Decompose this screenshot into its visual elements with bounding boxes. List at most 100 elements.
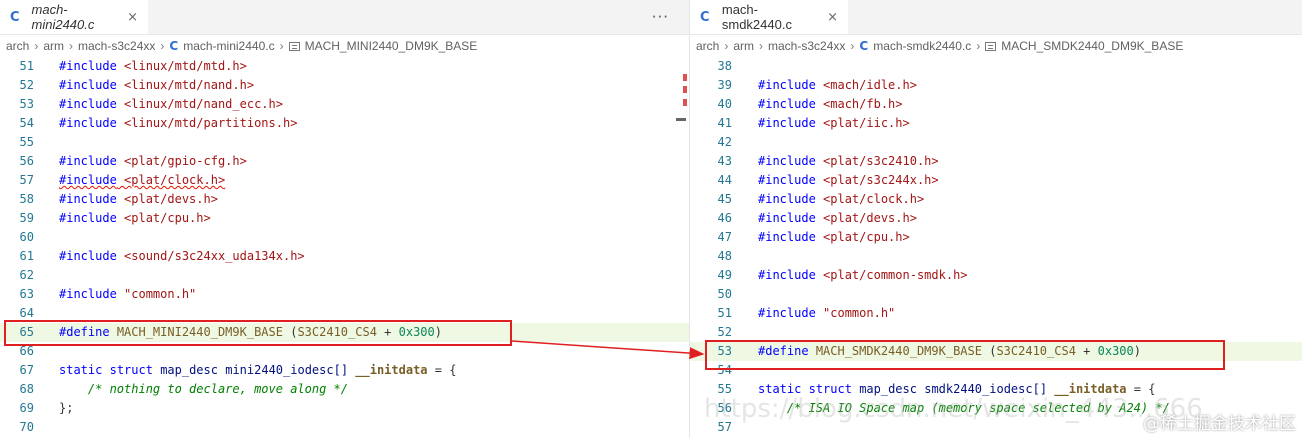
left-tab-bar: C mach-mini2440.c × ···: [0, 0, 689, 35]
code-line[interactable]: 57 #include <plat/clock.h>: [0, 171, 689, 190]
line-number: 62: [19, 268, 34, 282]
line-number: 40: [717, 97, 732, 111]
line-text: #include <sound/s3c24xx_uda134x.h>: [59, 249, 305, 263]
breadcrumb-item[interactable]: arm: [43, 39, 64, 53]
line-text: };: [59, 401, 74, 415]
line-number: 53: [19, 97, 34, 111]
code-line[interactable]: 68 /* nothing to declare, move along */: [0, 380, 689, 399]
chevron-right-icon: ›: [34, 39, 39, 53]
c-file-icon: C: [859, 39, 869, 53]
line-number: 51: [19, 59, 34, 73]
line-text: #include <plat/s3c2410.h>: [758, 154, 939, 168]
code-line[interactable]: 38: [690, 57, 1302, 76]
line-text: #include <linux/mtd/partitions.h>: [59, 116, 298, 130]
symbol-constant-icon: [288, 41, 300, 51]
breadcrumb-item[interactable]: arch: [6, 39, 29, 53]
error-marker: [683, 74, 687, 81]
line-text: #include <mach/idle.h>: [758, 78, 917, 92]
line-number: 63: [19, 287, 34, 301]
line-text: #include <plat/cpu.h>: [59, 211, 211, 225]
code-editor[interactable]: 51 #include <linux/mtd/mtd.h> 52 #include <…: [0, 57, 689, 438]
line-text: #include <plat/clock.h>: [758, 192, 925, 206]
code-line[interactable]: 62: [0, 266, 689, 285]
right-editor-pane: C mach-smdk2440.c × arch › arm › mach-s3c2…: [689, 0, 1302, 438]
line-text: #include <plat/gpio-cfg.h>: [59, 154, 247, 168]
tab-mach-smdk2440[interactable]: C mach-smdk2440.c ×: [690, 0, 848, 34]
code-line[interactable]: 56 #include <plat/gpio-cfg.h>: [0, 152, 689, 171]
code-line[interactable]: 47 #include <plat/cpu.h>: [690, 228, 1302, 247]
breadcrumb-item[interactable]: mach-mini2440.c: [183, 39, 274, 53]
left-editor-pane: C mach-mini2440.c × ··· arch › arm › mach-…: [0, 0, 689, 438]
code-line[interactable]: 67 static struct map_desc mini2440_iodesc…: [0, 361, 689, 380]
code-line[interactable]: 55: [0, 133, 689, 152]
code-line[interactable]: 49 #include <plat/common-smdk.h>: [690, 266, 1302, 285]
highlight-box-left: [4, 320, 512, 346]
line-text: #include <plat/cpu.h>: [758, 230, 910, 244]
c-file-icon: C: [700, 9, 710, 25]
tab-label: mach-smdk2440.c: [721, 2, 792, 32]
code-line[interactable]: 45 #include <plat/clock.h>: [690, 190, 1302, 209]
line-text: #include <plat/devs.h>: [758, 211, 917, 225]
chevron-right-icon: ›: [160, 39, 165, 53]
code-line[interactable]: 69};: [0, 399, 689, 418]
code-line[interactable]: 60: [0, 228, 689, 247]
code-line[interactable]: 50: [690, 285, 1302, 304]
breadcrumb-item[interactable]: mach-s3c24xx: [78, 39, 155, 53]
line-text: #include "common.h": [59, 287, 197, 301]
chevron-right-icon: ›: [759, 39, 764, 53]
line-text: #include "common.h": [758, 306, 896, 320]
more-actions-icon[interactable]: ···: [652, 8, 669, 26]
line-number: 57: [19, 173, 34, 187]
code-line[interactable]: 54 #include <linux/mtd/partitions.h>: [0, 114, 689, 133]
scrollbar-thumb[interactable]: [676, 118, 686, 121]
code-line[interactable]: 52 #include <linux/mtd/nand.h>: [0, 76, 689, 95]
line-text: #include <plat/common-smdk.h>: [758, 268, 968, 282]
line-number: 41: [717, 116, 732, 130]
line-text: #include <linux/mtd/nand_ecc.h>: [59, 97, 283, 111]
chevron-right-icon: ›: [976, 39, 981, 53]
tab-mach-mini2440[interactable]: C mach-mini2440.c ×: [0, 0, 148, 34]
c-file-icon: C: [10, 9, 20, 25]
line-number: 39: [717, 78, 732, 92]
code-line[interactable]: 58 #include <plat/devs.h>: [0, 190, 689, 209]
line-number: 46: [717, 211, 732, 225]
line-number: 70: [19, 420, 34, 434]
code-editor[interactable]: 38 39 #include <mach/idle.h> 40 #include <ma…: [690, 57, 1302, 438]
code-line[interactable]: 43 #include <plat/s3c2410.h>: [690, 152, 1302, 171]
code-line[interactable]: 51 #include "common.h": [690, 304, 1302, 323]
close-icon[interactable]: ×: [827, 10, 838, 25]
line-number: 58: [19, 192, 34, 206]
code-line[interactable]: 40 #include <mach/fb.h>: [690, 95, 1302, 114]
breadcrumb-item[interactable]: arch: [696, 39, 719, 53]
code-line[interactable]: 53 #include <linux/mtd/nand_ecc.h>: [0, 95, 689, 114]
breadcrumb-item[interactable]: mach-smdk2440.c: [873, 39, 971, 53]
line-number: 38: [717, 59, 732, 73]
breadcrumb-item[interactable]: MACH_MINI2440_DM9K_BASE: [305, 39, 478, 53]
breadcrumb: arch › arm › mach-s3c24xx › C mach-smdk2440…: [690, 35, 1302, 57]
url-watermark: https://blog.csdn.net/weixin_443...666: [704, 394, 1203, 424]
code-line[interactable]: 46 #include <plat/devs.h>: [690, 209, 1302, 228]
line-text: #include <plat/s3c244x.h>: [758, 173, 939, 187]
code-line[interactable]: 70: [0, 418, 689, 437]
breadcrumb-item[interactable]: mach-s3c24xx: [768, 39, 845, 53]
line-number: 55: [19, 135, 34, 149]
line-number: 42: [717, 135, 732, 149]
code-line[interactable]: 63 #include "common.h": [0, 285, 689, 304]
code-line[interactable]: 44 #include <plat/s3c244x.h>: [690, 171, 1302, 190]
code-line[interactable]: 59 #include <plat/cpu.h>: [0, 209, 689, 228]
site-watermark: @稀土掘金技术社区: [1143, 414, 1296, 434]
code-line[interactable]: 39 #include <mach/idle.h>: [690, 76, 1302, 95]
code-line[interactable]: 51 #include <linux/mtd/mtd.h>: [0, 57, 689, 76]
highlight-box-right: [705, 340, 1225, 370]
line-text: /* nothing to declare, move along */: [59, 382, 348, 396]
line-text: #include <plat/iic.h>: [758, 116, 910, 130]
code-line[interactable]: 41 #include <plat/iic.h>: [690, 114, 1302, 133]
line-number: 68: [19, 382, 34, 396]
breadcrumb-item[interactable]: MACH_SMDK2440_DM9K_BASE: [1001, 39, 1183, 53]
code-line[interactable]: 48: [690, 247, 1302, 266]
close-icon[interactable]: ×: [127, 10, 138, 25]
code-line[interactable]: 61 #include <sound/s3c24xx_uda134x.h>: [0, 247, 689, 266]
code-line[interactable]: 42: [690, 133, 1302, 152]
breadcrumb-item[interactable]: arm: [733, 39, 754, 53]
line-text: #include <plat/clock.h>: [59, 173, 226, 187]
